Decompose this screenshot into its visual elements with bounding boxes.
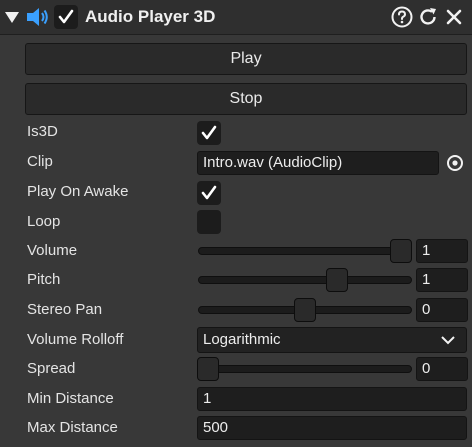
pitch-field[interactable]: 1: [416, 268, 468, 292]
spread-field[interactable]: 0: [416, 357, 468, 381]
spread-label: Spread: [27, 360, 76, 377]
loop-label: Loop: [27, 213, 61, 230]
clip-label: Clip: [27, 153, 53, 170]
chevron-down-icon: [441, 336, 455, 345]
help-icon[interactable]: [391, 6, 413, 28]
stereo-pan-label: Stereo Pan: [27, 301, 103, 318]
min-distance-field[interactable]: 1: [197, 387, 467, 411]
volume-rolloff-label: Volume Rolloff: [27, 331, 124, 348]
fold-arrow-icon[interactable]: [4, 7, 20, 27]
object-picker-icon[interactable]: [445, 153, 465, 173]
play-button[interactable]: Play: [25, 43, 467, 75]
checkmark-icon: [201, 125, 217, 140]
max-distance-field[interactable]: 500: [197, 416, 467, 440]
checkmark-icon: [58, 9, 74, 24]
pitch-slider-track[interactable]: [198, 276, 412, 284]
stop-button[interactable]: Stop: [25, 83, 467, 115]
component-title: Audio Player 3D: [85, 7, 216, 26]
pitch-label: Pitch: [27, 271, 61, 288]
audio-player-3d-panel: Audio Player 3D Play Stop Is3D Clip Intr…: [0, 0, 472, 447]
play-on-awake-checkbox[interactable]: [197, 181, 221, 205]
volume-slider-track[interactable]: [198, 247, 412, 255]
volume-rolloff-value: Logarithmic: [203, 331, 281, 348]
spread-slider-thumb[interactable]: [197, 357, 219, 381]
speaker-icon: [25, 5, 49, 29]
close-icon[interactable]: [443, 6, 465, 28]
component-header: Audio Player 3D: [0, 0, 472, 35]
max-distance-label: Max Distance: [27, 419, 118, 436]
is3d-label: Is3D: [27, 123, 58, 140]
checkmark-icon: [201, 185, 217, 200]
volume-field[interactable]: 1: [416, 239, 468, 263]
volume-label: Volume: [27, 242, 78, 259]
stereo-pan-slider-thumb[interactable]: [294, 298, 316, 322]
min-distance-label: Min Distance: [27, 390, 114, 407]
is3d-checkbox[interactable]: [197, 121, 221, 145]
stereo-pan-field[interactable]: 0: [416, 298, 468, 322]
play-on-awake-label: Play On Awake: [27, 183, 129, 200]
component-enabled-checkbox[interactable]: [54, 5, 78, 29]
spread-slider-track[interactable]: [198, 365, 412, 373]
reset-icon[interactable]: [417, 6, 439, 28]
loop-checkbox[interactable]: [197, 210, 221, 234]
volume-rolloff-dropdown[interactable]: Logarithmic: [197, 327, 467, 353]
clip-field[interactable]: Intro.wav (AudioClip): [197, 151, 439, 175]
volume-slider-thumb[interactable]: [390, 239, 412, 263]
pitch-slider-thumb[interactable]: [326, 268, 348, 292]
